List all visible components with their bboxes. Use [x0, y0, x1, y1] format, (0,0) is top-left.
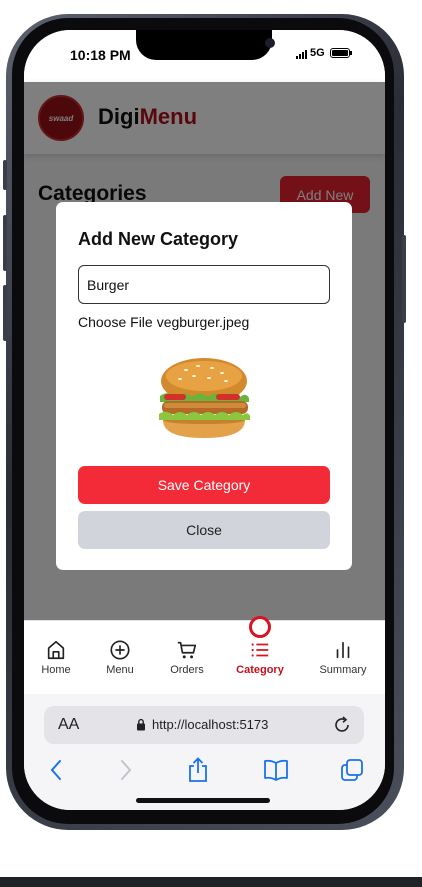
home-icon: [47, 640, 65, 660]
tabs-button[interactable]: [338, 756, 366, 784]
bookmarks-button[interactable]: [262, 756, 290, 784]
side-button: [3, 160, 7, 190]
stage: 10:18 PM 5G swaad DigiMenu Categories Ad…: [0, 0, 422, 887]
camera-icon: [265, 38, 275, 48]
battery-icon: [330, 48, 352, 58]
plus-circle-icon: [110, 640, 130, 660]
volume-down-button: [3, 285, 7, 341]
back-button[interactable]: [42, 756, 70, 784]
nav-label-menu: Menu: [106, 664, 134, 676]
notch: [136, 30, 275, 60]
bottom-strip: [0, 877, 422, 887]
reader-aa-button[interactable]: AA: [58, 716, 79, 734]
reload-icon[interactable]: [332, 715, 352, 735]
tabs-icon: [341, 759, 363, 781]
save-category-button[interactable]: Save Category: [78, 466, 330, 504]
close-button[interactable]: Close: [78, 511, 330, 549]
share-button[interactable]: [184, 756, 212, 784]
bottom-nav: Home Menu Orders Category Summary: [24, 616, 385, 694]
nav-menu[interactable]: Menu: [87, 639, 153, 676]
chevron-right-icon: [121, 760, 132, 780]
lock-icon: [137, 718, 145, 731]
add-category-modal: Add New Category Choose Filevegburger.jp…: [56, 202, 352, 570]
chevron-left-icon: [50, 760, 61, 780]
list-icon: [251, 643, 269, 657]
signal-icon: [296, 50, 307, 59]
file-picker[interactable]: Choose File vegburger.jpeg: [78, 314, 249, 330]
status-time: 10:18 PM: [70, 47, 131, 63]
modal-title: Add New Category: [78, 229, 239, 249]
nav-label-home: Home: [41, 664, 71, 676]
phone-screen: 10:18 PM 5G swaad DigiMenu Categories Ad…: [24, 30, 385, 810]
nav-label-category: Category: [236, 664, 284, 676]
share-icon: [189, 757, 207, 782]
nav-orders[interactable]: Orders: [154, 639, 220, 676]
address-bar[interactable]: AA http://localhost:5173: [44, 706, 364, 744]
burger-preview-image: [159, 358, 250, 438]
home-indicator: [136, 798, 270, 803]
browser-toolbar: AA http://localhost:5173: [24, 694, 385, 810]
nav-label-summary: Summary: [319, 664, 367, 676]
bar-chart-icon: [336, 641, 350, 659]
nav-label-orders: Orders: [170, 664, 204, 676]
file-name: vegburger.jpeg: [156, 314, 250, 330]
url-text[interactable]: http://localhost:5173: [152, 717, 268, 732]
network-label: 5G: [310, 47, 325, 59]
choose-file-button[interactable]: Choose File: [78, 314, 153, 330]
status-bar: 10:18 PM 5G: [24, 30, 385, 82]
nav-summary[interactable]: Summary: [310, 639, 376, 676]
category-name-input[interactable]: [78, 265, 330, 304]
forward-button[interactable]: [112, 756, 140, 784]
active-indicator: [249, 616, 271, 638]
nav-category[interactable]: Category: [227, 639, 293, 676]
cart-icon: [177, 641, 197, 659]
book-icon: [264, 759, 288, 781]
volume-up-button: [3, 215, 7, 271]
power-button: [402, 235, 406, 323]
nav-home[interactable]: Home: [24, 639, 89, 676]
